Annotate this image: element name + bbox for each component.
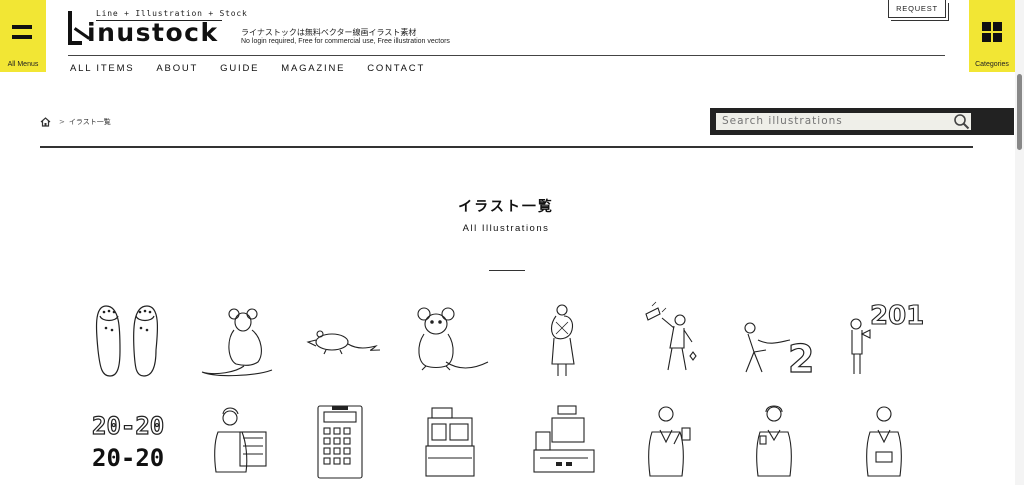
breadcrumb-current: イラスト一覧 — [68, 118, 111, 126]
content-divider — [40, 146, 973, 148]
svg-text:201: 201 — [870, 301, 924, 331]
breadcrumb: > イラスト一覧 — [40, 117, 111, 127]
svg-text:2: 2 — [788, 337, 814, 381]
sandals-icon[interactable] — [84, 300, 180, 382]
main-nav: ALL ITEMS ABOUT GUIDE MAGAZINE CONTACT — [70, 63, 447, 74]
businessman-tablet-icon[interactable] — [840, 402, 936, 484]
grid-icon — [982, 22, 1002, 42]
man-celebrating-icon[interactable] — [626, 300, 722, 382]
svg-text:20-20: 20-20 — [92, 412, 164, 440]
tagline-jp: ライナストックは無料ベクター線画イラスト素材 — [241, 28, 417, 37]
all-menus-button[interactable]: All Menus — [0, 0, 46, 72]
logo-text[interactable]: inustock — [87, 18, 219, 47]
nav-all-items[interactable]: ALL ITEMS — [70, 63, 134, 74]
rat-back-icon[interactable] — [196, 300, 292, 382]
businesswoman-icon[interactable] — [734, 402, 830, 484]
request-button[interactable]: REQUEST — [888, 0, 946, 18]
cash-register-icon[interactable] — [406, 402, 502, 484]
categories-label: Categories — [975, 61, 1009, 68]
breadcrumb-separator: > — [59, 118, 65, 126]
page-title: イラスト一覧 — [458, 199, 554, 215]
scrollbar-thumb[interactable] — [1017, 74, 1022, 150]
menu-icon — [12, 25, 32, 45]
man-megaphone-2019-icon[interactable]: 201 — [840, 300, 936, 382]
home-icon[interactable] — [40, 117, 51, 127]
svg-text:20-20: 20-20 — [92, 444, 164, 472]
nav-about[interactable]: ABOUT — [156, 63, 198, 74]
pos-register-icon[interactable] — [516, 402, 612, 484]
all-menus-label: All Menus — [7, 61, 39, 68]
woman-calculator-icon[interactable] — [196, 402, 292, 484]
logo-tagline-top: Line + Illustration + Stock — [96, 9, 248, 18]
woman-carrying-icon[interactable] — [516, 300, 612, 382]
nav-guide[interactable]: GUIDE — [220, 63, 259, 74]
page-subtitle: All Illustrations — [462, 223, 550, 234]
scrollbar[interactable] — [1015, 0, 1024, 485]
mouse-side-icon[interactable] — [300, 300, 396, 382]
year-2020-text-icon[interactable]: 20-20 20-20 — [84, 402, 180, 484]
rat-front-icon[interactable] — [406, 300, 502, 382]
search-input[interactable] — [716, 113, 971, 130]
header-divider — [68, 55, 945, 56]
nav-contact[interactable]: CONTACT — [367, 63, 425, 74]
nav-magazine[interactable]: MAGAZINE — [281, 63, 345, 74]
tagline-en: No login required, Free for commercial u… — [241, 38, 450, 45]
search-icon[interactable] — [953, 113, 970, 130]
man-pulling-two-icon[interactable]: 2 — [734, 300, 830, 382]
businessman-phone-icon[interactable] — [626, 402, 722, 484]
calculator-icon[interactable] — [300, 402, 396, 484]
title-dash — [489, 270, 525, 271]
